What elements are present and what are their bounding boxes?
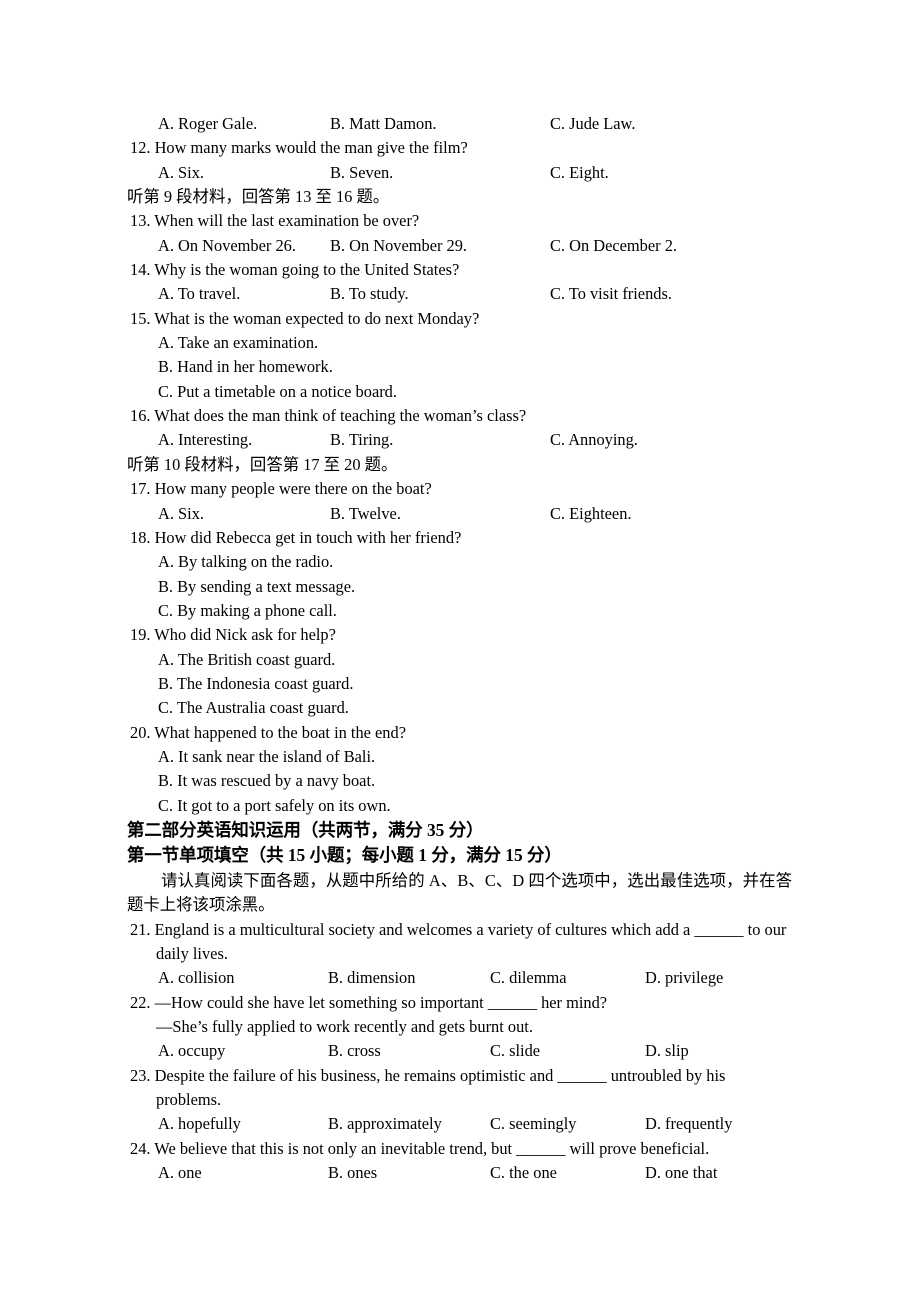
option-a: A. To travel. (158, 284, 241, 304)
option-c: C. On December 2. (550, 235, 677, 255)
question-stem-14: 14. Why is the woman going to the United… (130, 260, 460, 280)
option-b: B. Matt Damon. (330, 114, 437, 133)
options-row-q24: A. one B. ones C. the one D. one that (128, 1161, 792, 1185)
question-stem-20: 20. What happened to the boat in the end… (130, 722, 406, 742)
option-b: B. Seven. (330, 162, 394, 182)
option-c: C. To visit friends. (550, 284, 672, 304)
exam-page: A. Roger Gale. B. Matt Damon. C. Jude La… (0, 0, 920, 1302)
question-stem-18: 18. How did Rebecca get in touch with he… (130, 527, 462, 547)
option-c: C. the one (490, 1163, 557, 1183)
question-stem-15: 15. What is the woman expected to do nex… (130, 308, 480, 328)
option-b: B. ones (328, 1163, 378, 1183)
option-c: C. dilemma (490, 968, 567, 988)
option-c: C. Jude Law. (550, 114, 636, 133)
option-b: B. dimension (328, 968, 416, 988)
option-d: D. one that (645, 1163, 718, 1183)
option-d: D. frequently (645, 1114, 733, 1134)
option-c: C. Annoying. (550, 430, 638, 450)
listening-material-note-10: 听第 10 段材料，回答第 17 至 20 题。 (127, 454, 398, 474)
section-instruction: 请认真阅读下面各题，从题中所给的 A、B、C、D 四个选项中，选出最佳选项，并在… (127, 870, 792, 915)
options-row-q17: A. Six. B. Twelve. C. Eighteen. (128, 502, 792, 526)
option-c: C. slide (490, 1041, 541, 1061)
options-row-q12: A. Six. B. Seven. C. Eight. (128, 161, 792, 185)
listening-material-note-9: 听第 9 段材料，回答第 13 至 16 题。 (127, 187, 390, 207)
options-row-q16: A. Interesting. B. Tiring. C. Annoying. (128, 428, 792, 452)
question-stem-16: 16. What does the man think of teaching … (130, 406, 527, 426)
option-d: D. slip (645, 1041, 689, 1061)
option-c: C. Eighteen. (550, 503, 632, 523)
option-a: A. It sank near the island of Bali. (158, 746, 376, 766)
option-b: B. Twelve. (330, 503, 401, 523)
question-stem-23-cont: problems. (156, 1090, 222, 1110)
option-c: C. By making a phone call. (158, 600, 337, 620)
part-two-heading: 第二部分英语知识运用（共两节，满分 35 分） (127, 819, 484, 840)
option-a: A. Six. (158, 503, 204, 523)
option-c: C. Put a timetable on a notice board. (158, 381, 397, 401)
option-a: A. Interesting. (158, 430, 253, 450)
question-stem-21-cont: daily lives. (156, 944, 228, 963)
option-b: B. By sending a text message. (158, 576, 356, 596)
option-b: B. To study. (330, 284, 409, 304)
option-c: C. The Australia coast guard. (158, 698, 349, 718)
option-a: A. The British coast guard. (158, 649, 336, 669)
options-row-q11: A. Roger Gale. B. Matt Damon. C. Jude La… (128, 112, 792, 136)
option-c: C. seemingly (490, 1114, 577, 1134)
question-stem-19: 19. Who did Nick ask for help? (130, 625, 336, 645)
option-b: B. On November 29. (330, 235, 468, 255)
option-a: A. occupy (158, 1041, 226, 1061)
option-c: C. It got to a port safely on its own. (158, 795, 391, 815)
options-row-q14: A. To travel. B. To study. C. To visit f… (128, 282, 792, 306)
question-stem-17: 17. How many people were there on the bo… (130, 479, 432, 499)
section-one-heading: 第一节单项填空（共 15 小题；每小题 1 分，满分 15 分） (127, 845, 562, 866)
option-a: A. one (158, 1163, 202, 1183)
option-a: A. Take an examination. (158, 333, 319, 353)
question-stem-22-cont: —She’s fully applied to work recently an… (156, 1017, 533, 1037)
option-a: A. hopefully (158, 1114, 241, 1134)
option-a: A. Roger Gale. (158, 114, 258, 133)
question-stem-12: 12. How many marks would the man give th… (130, 138, 468, 158)
question-stem-13: 13. When will the last examination be ov… (130, 211, 420, 231)
options-row-q23: A. hopefully B. approximately C. seeming… (128, 1112, 792, 1136)
question-stem-24: 24. We believe that this is not only an … (130, 1138, 710, 1158)
option-d: D. privilege (645, 968, 724, 988)
options-row-q21: A. collision B. dimension C. dilemma D. … (128, 966, 792, 990)
options-row-q22: A. occupy B. cross C. slide D. slip (128, 1039, 792, 1063)
page-content: A. Roger Gale. B. Matt Damon. C. Jude La… (127, 112, 792, 1185)
question-stem-23: 23. Despite the failure of his business,… (130, 1065, 726, 1085)
option-b: B. Tiring. (330, 430, 394, 450)
question-stem-22: 22. —How could she have let something so… (130, 992, 608, 1012)
question-stem-21: 21. England is a multicultural society a… (130, 919, 787, 939)
option-a: A. collision (158, 968, 235, 988)
option-b: B. The Indonesia coast guard. (158, 673, 354, 693)
option-c: C. Eight. (550, 162, 609, 182)
option-b: B. It was rescued by a navy boat. (158, 771, 376, 791)
option-a: A. On November 26. (158, 235, 296, 255)
option-b: B. cross (328, 1041, 381, 1061)
option-a: A. Six. (158, 162, 204, 182)
option-b: B. Hand in her homework. (158, 357, 333, 377)
options-row-q13: A. On November 26. B. On November 29. C.… (128, 234, 792, 258)
option-a: A. By talking on the radio. (158, 552, 334, 572)
option-b: B. approximately (328, 1114, 442, 1134)
